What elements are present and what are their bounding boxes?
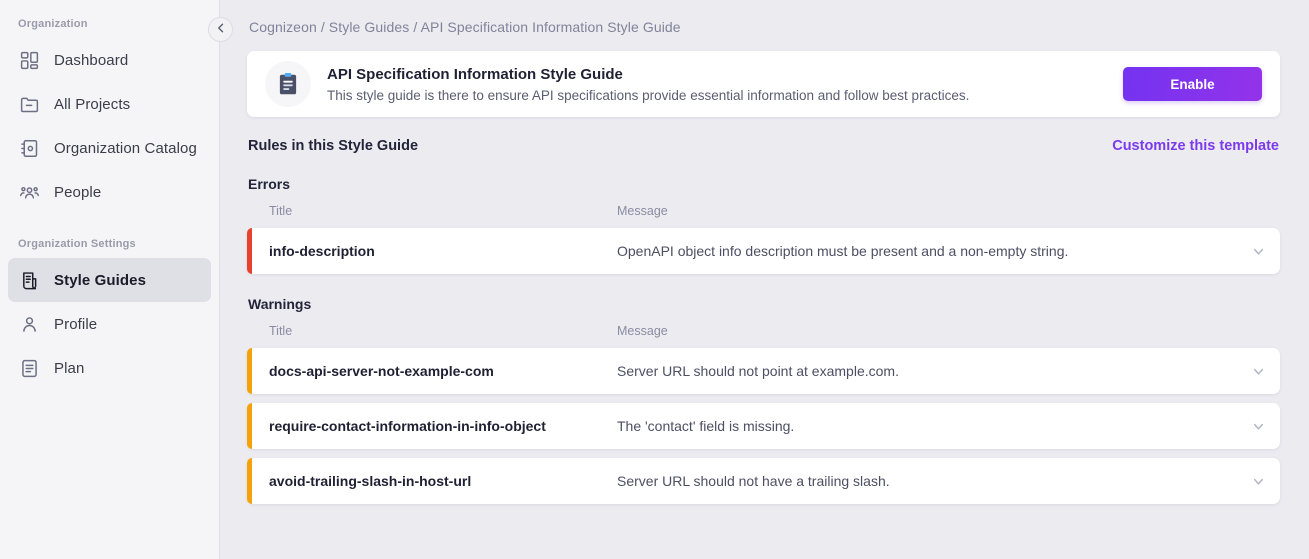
collapse-sidebar-button[interactable] (208, 17, 233, 42)
rule-message: Server URL should not have a trailing sl… (617, 473, 890, 489)
rule-row[interactable]: require-contact-information-in-info-obje… (247, 403, 1280, 449)
rule-row[interactable]: docs-api-server-not-example-com Server UR… (247, 348, 1280, 394)
rule-message: The 'contact' field is missing. (617, 418, 795, 434)
customize-template-link[interactable]: Customize this template (1112, 138, 1279, 154)
sidebar-item-organization-catalog[interactable]: Organization Catalog (8, 126, 211, 170)
rule-group-title: Warnings (248, 296, 312, 312)
chevron-left-icon (215, 22, 227, 37)
sidebar-item-dashboard[interactable]: Dashboard (8, 38, 211, 82)
rule-title: docs-api-server-not-example-com (269, 363, 494, 379)
rule-title: info-description (269, 243, 375, 259)
rules-header: Rules in this Style Guide Customize this… (247, 138, 1280, 154)
sidebar-item-label: Organization Catalog (54, 139, 197, 157)
style-guide-description: This style guide is there to ensure API … (327, 87, 970, 103)
column-header-message: Message (617, 204, 668, 218)
sidebar-item-people[interactable]: People (8, 170, 211, 214)
column-header-title: Title (269, 204, 293, 218)
people-icon (18, 181, 40, 203)
rule-group-error: Errors Title Message info-description OpenAP… (247, 176, 1280, 274)
catalog-book-icon (18, 137, 40, 159)
style-guide-text: API Specification Information Style Guid… (327, 66, 1123, 103)
sidebar-item-style-guides[interactable]: Style Guides (8, 258, 211, 302)
sidebar-item-profile[interactable]: Profile (8, 302, 211, 346)
plan-list-icon (18, 357, 40, 379)
sidebar-item-all-projects[interactable]: All Projects (8, 82, 211, 126)
rule-message: OpenAPI object info description must be … (617, 243, 1069, 259)
dashboard-icon (18, 49, 40, 71)
style-guide-header-card: API Specification Information Style Guid… (247, 51, 1280, 117)
scroll-document-icon (18, 269, 40, 291)
sidebar-item-label: People (54, 183, 102, 201)
style-guide-title: API Specification Information Style Guid… (327, 65, 623, 83)
sidebar-item-label: Dashboard (54, 51, 129, 69)
sidebar-item-label: All Projects (54, 95, 131, 113)
rule-title: require-contact-information-in-info-obje… (269, 418, 546, 434)
clipboard-icon (265, 61, 311, 107)
column-header-message: Message (617, 324, 668, 338)
rule-message: Server URL should not point at example.c… (617, 363, 899, 379)
chevron-down-icon[interactable] (1236, 244, 1280, 259)
sidebar-item-plan[interactable]: Plan (8, 346, 211, 390)
rule-column-headers: Title Message (247, 204, 1280, 228)
rule-groups: Errors Title Message info-description OpenAP… (247, 176, 1280, 504)
user-icon (18, 313, 40, 335)
breadcrumb[interactable]: Cognizeon / Style Guides / API Specifica… (247, 19, 1280, 35)
chevron-down-icon[interactable] (1236, 474, 1280, 489)
sidebar: Organization Dashboard All Projects Organiz… (0, 0, 220, 559)
app-root: Organization Dashboard All Projects Organiz… (0, 0, 1309, 559)
sidebar-item-label: Plan (54, 359, 85, 377)
folder-icon (18, 93, 40, 115)
enable-button[interactable]: Enable (1123, 67, 1262, 101)
rule-column-headers: Title Message (247, 324, 1280, 348)
rule-row[interactable]: info-description OpenAPI object info desc… (247, 228, 1280, 274)
sidebar-item-label: Style Guides (54, 271, 147, 289)
column-header-title: Title (269, 324, 293, 338)
chevron-down-icon[interactable] (1236, 364, 1280, 379)
rule-row[interactable]: avoid-trailing-slash-in-host-url Server U… (247, 458, 1280, 504)
rule-group-warning: Warnings Title Message docs-api-server-not-… (247, 296, 1280, 504)
sidebar-item-label: Profile (54, 315, 98, 333)
rule-title: avoid-trailing-slash-in-host-url (269, 473, 472, 489)
rules-heading: Rules in this Style Guide (248, 138, 419, 154)
rule-group-title: Errors (248, 176, 291, 192)
sidebar-section-label: Organization Settings (18, 238, 136, 250)
sidebar-section-label: Organization (18, 18, 88, 30)
chevron-down-icon[interactable] (1236, 419, 1280, 434)
main-content: Cognizeon / Style Guides / API Specifica… (220, 0, 1309, 559)
